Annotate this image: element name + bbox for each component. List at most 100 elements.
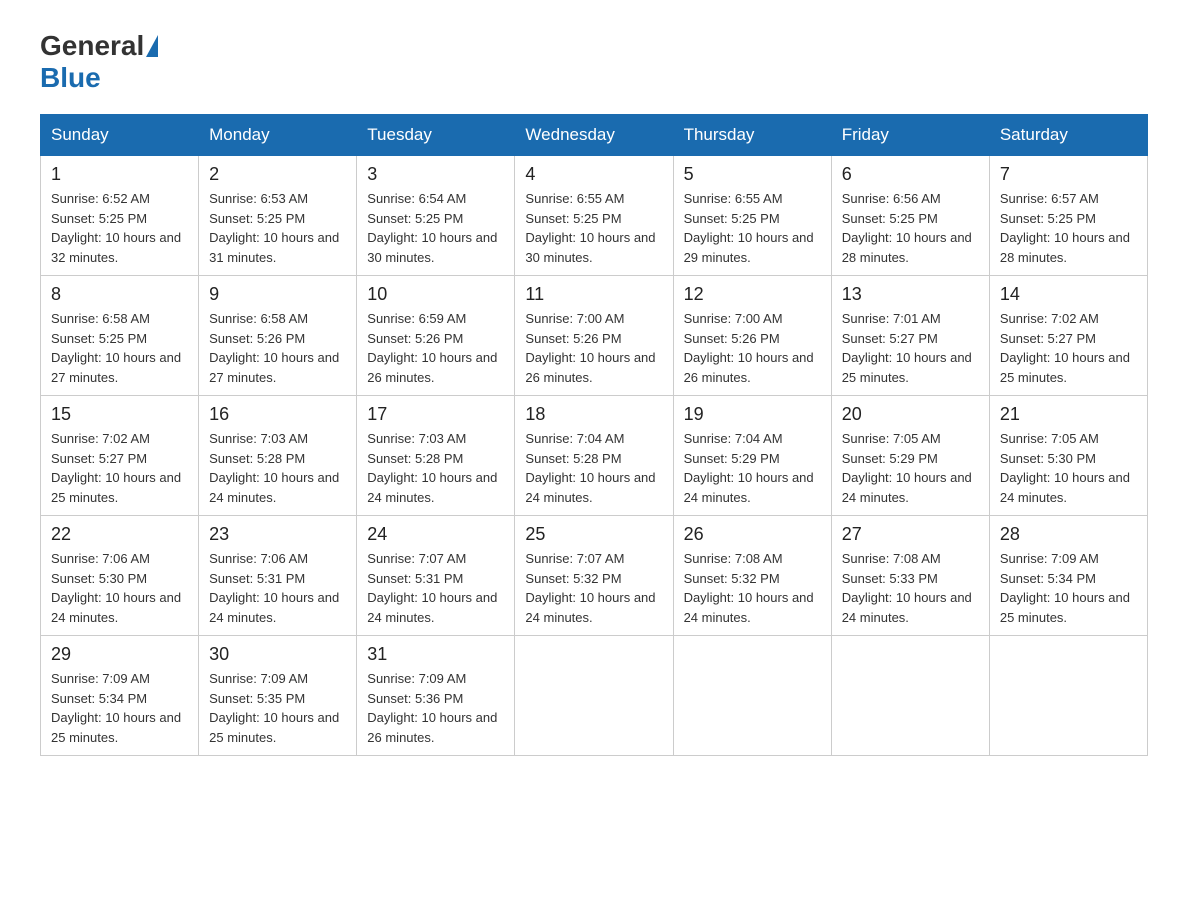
day-number: 12 (684, 284, 821, 305)
day-info: Sunrise: 7:09 AMSunset: 5:36 PMDaylight:… (367, 669, 504, 747)
day-info: Sunrise: 6:56 AMSunset: 5:25 PMDaylight:… (842, 189, 979, 267)
day-header-monday: Monday (199, 115, 357, 156)
day-number: 17 (367, 404, 504, 425)
calendar-cell: 5 Sunrise: 6:55 AMSunset: 5:25 PMDaylight… (673, 156, 831, 276)
day-number: 14 (1000, 284, 1137, 305)
calendar-cell (673, 636, 831, 756)
calendar-cell: 27 Sunrise: 7:08 AMSunset: 5:33 PMDayligh… (831, 516, 989, 636)
day-number: 20 (842, 404, 979, 425)
day-number: 21 (1000, 404, 1137, 425)
day-number: 28 (1000, 524, 1137, 545)
logo-general-text: General (40, 30, 144, 62)
day-info: Sunrise: 7:01 AMSunset: 5:27 PMDaylight:… (842, 309, 979, 387)
calendar-cell: 18 Sunrise: 7:04 AMSunset: 5:28 PMDayligh… (515, 396, 673, 516)
day-info: Sunrise: 6:55 AMSunset: 5:25 PMDaylight:… (684, 189, 821, 267)
day-info: Sunrise: 7:07 AMSunset: 5:31 PMDaylight:… (367, 549, 504, 627)
day-number: 4 (525, 164, 662, 185)
calendar-week-1: 1 Sunrise: 6:52 AMSunset: 5:25 PMDaylight… (41, 156, 1148, 276)
calendar-table: SundayMondayTuesdayWednesdayThursdayFrid… (40, 114, 1148, 756)
calendar-cell: 14 Sunrise: 7:02 AMSunset: 5:27 PMDayligh… (989, 276, 1147, 396)
calendar-week-5: 29Sunrise: 7:09 AMSunset: 5:34 PMDayligh… (41, 636, 1148, 756)
day-info: Sunrise: 7:03 AMSunset: 5:28 PMDaylight:… (367, 429, 504, 507)
day-number: 6 (842, 164, 979, 185)
day-number: 18 (525, 404, 662, 425)
calendar-cell: 2 Sunrise: 6:53 AMSunset: 5:25 PMDaylight… (199, 156, 357, 276)
logo-blue-text: Blue (40, 62, 101, 93)
calendar-cell: 9 Sunrise: 6:58 AMSunset: 5:26 PMDaylight… (199, 276, 357, 396)
calendar-cell: 12 Sunrise: 7:00 AMSunset: 5:26 PMDayligh… (673, 276, 831, 396)
calendar-cell: 3Sunrise: 6:54 AMSunset: 5:25 PMDaylight… (357, 156, 515, 276)
day-header-tuesday: Tuesday (357, 115, 515, 156)
day-info: Sunrise: 7:03 AMSunset: 5:28 PMDaylight:… (209, 429, 346, 507)
calendar-cell: 20Sunrise: 7:05 AMSunset: 5:29 PMDayligh… (831, 396, 989, 516)
day-info: Sunrise: 6:53 AMSunset: 5:25 PMDaylight:… (209, 189, 346, 267)
day-number: 5 (684, 164, 821, 185)
calendar-cell: 25 Sunrise: 7:07 AMSunset: 5:32 PMDayligh… (515, 516, 673, 636)
day-number: 3 (367, 164, 504, 185)
day-info: Sunrise: 6:55 AMSunset: 5:25 PMDaylight:… (525, 189, 662, 267)
day-number: 16 (209, 404, 346, 425)
calendar-cell (831, 636, 989, 756)
day-info: Sunrise: 7:07 AMSunset: 5:32 PMDaylight:… (525, 549, 662, 627)
logo: General Blue (40, 30, 160, 94)
day-info: Sunrise: 7:09 AMSunset: 5:34 PMDaylight:… (1000, 549, 1137, 627)
day-number: 13 (842, 284, 979, 305)
day-number: 1 (51, 164, 188, 185)
day-header-saturday: Saturday (989, 115, 1147, 156)
calendar-cell: 4 Sunrise: 6:55 AMSunset: 5:25 PMDaylight… (515, 156, 673, 276)
day-info: Sunrise: 7:06 AMSunset: 5:30 PMDaylight:… (51, 549, 188, 627)
calendar-cell: 31Sunrise: 7:09 AMSunset: 5:36 PMDayligh… (357, 636, 515, 756)
day-info: Sunrise: 7:06 AMSunset: 5:31 PMDaylight:… (209, 549, 346, 627)
day-number: 11 (525, 284, 662, 305)
day-number: 19 (684, 404, 821, 425)
day-number: 2 (209, 164, 346, 185)
day-info: Sunrise: 6:58 AMSunset: 5:26 PMDaylight:… (209, 309, 346, 387)
day-header-wednesday: Wednesday (515, 115, 673, 156)
day-number: 23 (209, 524, 346, 545)
calendar-cell: 28 Sunrise: 7:09 AMSunset: 5:34 PMDayligh… (989, 516, 1147, 636)
day-info: Sunrise: 6:59 AMSunset: 5:26 PMDaylight:… (367, 309, 504, 387)
calendar-week-3: 15 Sunrise: 7:02 AMSunset: 5:27 PMDayligh… (41, 396, 1148, 516)
calendar-cell: 21Sunrise: 7:05 AMSunset: 5:30 PMDayligh… (989, 396, 1147, 516)
day-header-friday: Friday (831, 115, 989, 156)
calendar-cell: 13 Sunrise: 7:01 AMSunset: 5:27 PMDayligh… (831, 276, 989, 396)
calendar-cell: 29Sunrise: 7:09 AMSunset: 5:34 PMDayligh… (41, 636, 199, 756)
calendar-cell: 16 Sunrise: 7:03 AMSunset: 5:28 PMDayligh… (199, 396, 357, 516)
day-info: Sunrise: 6:52 AMSunset: 5:25 PMDaylight:… (51, 189, 188, 267)
day-header-sunday: Sunday (41, 115, 199, 156)
calendar-cell: 6 Sunrise: 6:56 AMSunset: 5:25 PMDaylight… (831, 156, 989, 276)
day-info: Sunrise: 7:08 AMSunset: 5:33 PMDaylight:… (842, 549, 979, 627)
day-info: Sunrise: 7:09 AMSunset: 5:35 PMDaylight:… (209, 669, 346, 747)
calendar-body: 1 Sunrise: 6:52 AMSunset: 5:25 PMDaylight… (41, 156, 1148, 756)
day-info: Sunrise: 7:02 AMSunset: 5:27 PMDaylight:… (51, 429, 188, 507)
calendar-cell: 23 Sunrise: 7:06 AMSunset: 5:31 PMDayligh… (199, 516, 357, 636)
day-info: Sunrise: 7:02 AMSunset: 5:27 PMDaylight:… (1000, 309, 1137, 387)
calendar-cell (515, 636, 673, 756)
logo-triangle-icon (146, 35, 158, 57)
calendar-cell: 24 Sunrise: 7:07 AMSunset: 5:31 PMDayligh… (357, 516, 515, 636)
day-info: Sunrise: 6:57 AMSunset: 5:25 PMDaylight:… (1000, 189, 1137, 267)
day-number: 7 (1000, 164, 1137, 185)
day-number: 9 (209, 284, 346, 305)
day-info: Sunrise: 7:00 AMSunset: 5:26 PMDaylight:… (684, 309, 821, 387)
page-header: General Blue (40, 30, 1148, 94)
calendar-cell: 7 Sunrise: 6:57 AMSunset: 5:25 PMDaylight… (989, 156, 1147, 276)
day-info: Sunrise: 7:08 AMSunset: 5:32 PMDaylight:… (684, 549, 821, 627)
day-info: Sunrise: 7:00 AMSunset: 5:26 PMDaylight:… (525, 309, 662, 387)
day-number: 15 (51, 404, 188, 425)
day-info: Sunrise: 7:04 AMSunset: 5:29 PMDaylight:… (684, 429, 821, 507)
day-info: Sunrise: 7:04 AMSunset: 5:28 PMDaylight:… (525, 429, 662, 507)
day-number: 27 (842, 524, 979, 545)
calendar-cell: 11 Sunrise: 7:00 AMSunset: 5:26 PMDayligh… (515, 276, 673, 396)
day-number: 30 (209, 644, 346, 665)
day-number: 10 (367, 284, 504, 305)
calendar-cell: 22 Sunrise: 7:06 AMSunset: 5:30 PMDayligh… (41, 516, 199, 636)
calendar-cell (989, 636, 1147, 756)
day-number: 8 (51, 284, 188, 305)
day-info: Sunrise: 6:58 AMSunset: 5:25 PMDaylight:… (51, 309, 188, 387)
day-number: 25 (525, 524, 662, 545)
day-number: 22 (51, 524, 188, 545)
calendar-cell: 8 Sunrise: 6:58 AMSunset: 5:25 PMDaylight… (41, 276, 199, 396)
day-number: 29 (51, 644, 188, 665)
day-number: 24 (367, 524, 504, 545)
